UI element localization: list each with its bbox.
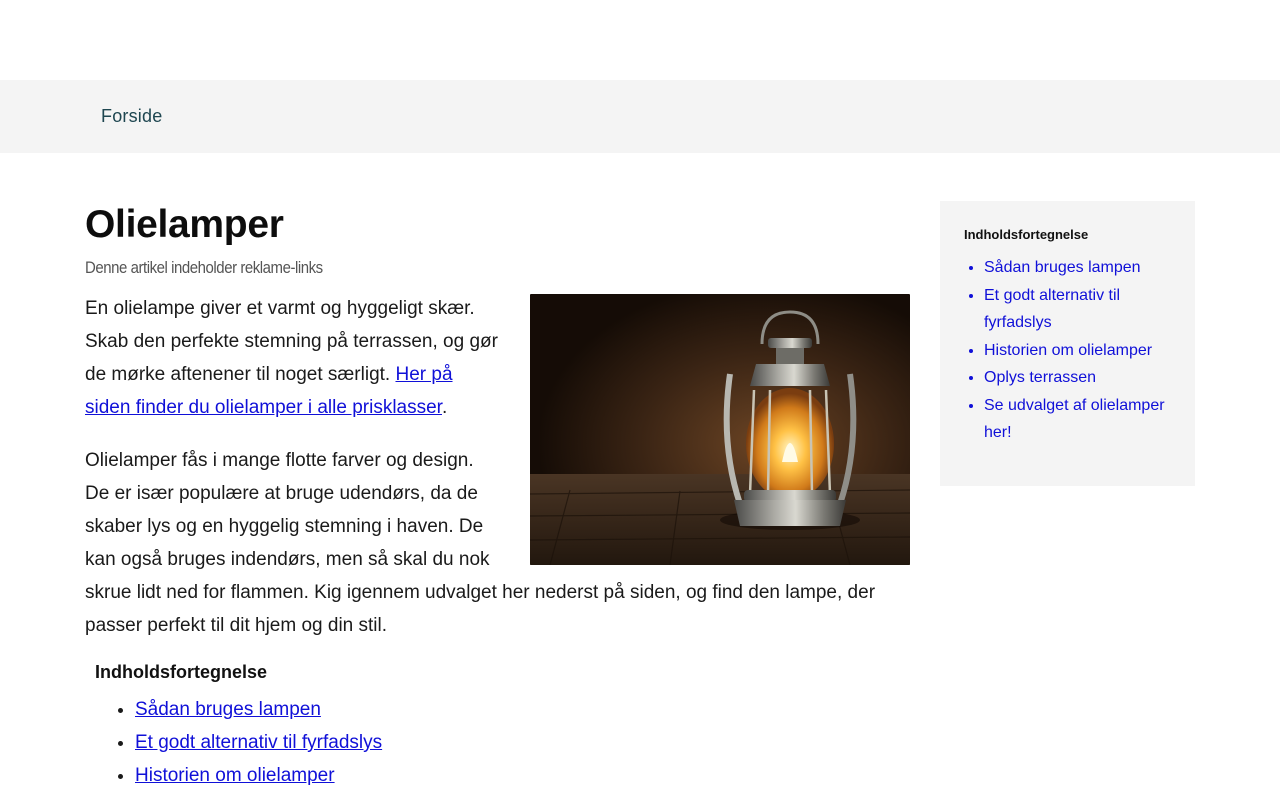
sidebar-toc-link[interactable]: Oplys terrassen xyxy=(984,369,1096,386)
inline-toc: Indholdsfortegnelse Sådan bruges lampen … xyxy=(85,662,910,792)
inline-toc-list: Sådan bruges lampen Et godt alternativ t… xyxy=(95,693,910,792)
list-item: Se udvalget af olielamper her! xyxy=(984,392,1171,447)
main-navigation: Forside xyxy=(0,80,1280,153)
inline-toc-link[interactable]: Et godt alternativ til fyrfadslys xyxy=(135,732,382,753)
sidebar-toc-link[interactable]: Se udvalget af olielamper her! xyxy=(984,397,1165,442)
sidebar-toc-link[interactable]: Historien om olielamper xyxy=(984,342,1152,359)
page-title: Olielamper xyxy=(85,203,284,246)
list-item: Et godt alternativ til fyrfadslys xyxy=(135,726,910,759)
inline-toc-heading: Indholdsfortegnelse xyxy=(95,662,268,682)
list-item: Et godt alternativ til fyrfadslys xyxy=(984,282,1171,337)
hero-image xyxy=(530,294,910,565)
inline-toc-link[interactable]: Sådan bruges lampen xyxy=(135,699,321,720)
list-item: Oplys terrassen xyxy=(984,364,1171,392)
nav-home-link[interactable]: Forside xyxy=(101,106,162,127)
sidebar-toc-link[interactable]: Sådan bruges lampen xyxy=(984,259,1141,276)
sidebar-toc-heading: Indholdsfortegnelse xyxy=(964,227,1089,242)
list-item: Sådan bruges lampen xyxy=(984,254,1171,282)
sidebar-toc-list: Sådan bruges lampen Et godt alternativ t… xyxy=(964,254,1171,447)
intro-end: . xyxy=(441,397,448,418)
article-main: Olielamper Denne artikel indeholder rekl… xyxy=(85,153,910,792)
list-item: Sådan bruges lampen xyxy=(135,693,910,726)
list-item: Historien om olielamper xyxy=(135,759,910,792)
inline-toc-link[interactable]: Historien om olielamper xyxy=(135,765,335,786)
sidebar-toc-link[interactable]: Et godt alternativ til fyrfadslys xyxy=(984,287,1120,332)
article-content: En olielampe giver et varmt og hyggeligt… xyxy=(85,292,910,642)
list-item: Historien om olielamper xyxy=(984,337,1171,365)
ad-disclaimer: Denne artikel indeholder reklame-links xyxy=(85,258,323,277)
oil-lantern-photo xyxy=(530,294,910,565)
top-header xyxy=(0,0,1280,80)
sidebar-toc: Indholdsfortegnelse Sådan bruges lampen … xyxy=(940,201,1195,486)
